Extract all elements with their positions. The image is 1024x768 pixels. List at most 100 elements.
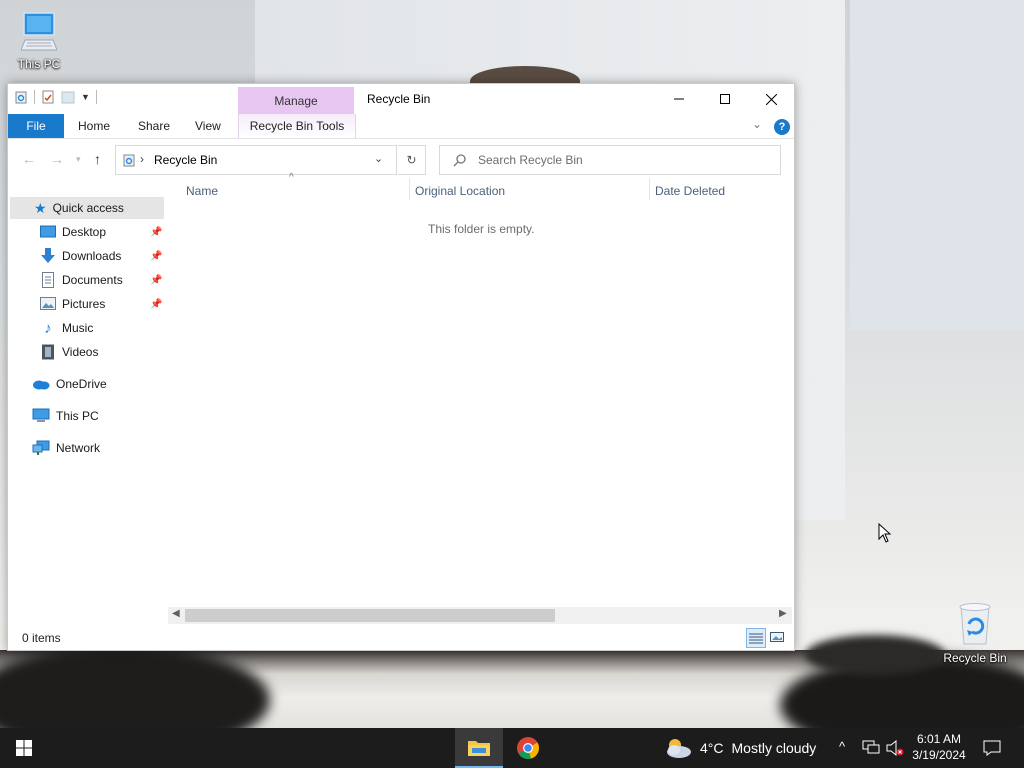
pictures-icon: [40, 297, 56, 310]
clock-time: 6:01 AM: [916, 732, 962, 746]
notifications-icon[interactable]: [983, 740, 1001, 756]
folder-icon: [468, 741, 490, 756]
breadcrumb-chevron-icon[interactable]: ›: [140, 152, 144, 166]
weather-condition: Mostly cloudy: [731, 740, 817, 756]
weather-widget[interactable]: 4°C Mostly cloudy: [664, 728, 816, 768]
navigation-pane: ★ Quick access Desktop 📌 Downloads 📌 Doc…: [8, 186, 166, 606]
maximize-icon: [720, 94, 730, 104]
nav-documents[interactable]: Documents 📌: [40, 269, 162, 291]
desktop-icon-recycle-bin[interactable]: Recycle Bin: [940, 602, 1010, 665]
file-list[interactable]: ^ Name Original Location Date Deleted Th…: [168, 172, 794, 606]
network-icon: [32, 440, 50, 455]
wallpaper-shadow: [805, 635, 945, 675]
nav-desktop[interactable]: Desktop 📌: [40, 221, 162, 243]
taskbar-file-explorer[interactable]: [455, 728, 503, 768]
start-button[interactable]: [0, 728, 48, 768]
taskbar: 4°C Mostly cloudy ^ 6:01 AM 3/19/2024: [0, 728, 1024, 768]
tab-share[interactable]: Share: [128, 114, 180, 138]
nav-downloads[interactable]: Downloads 📌: [40, 245, 162, 267]
address-bar[interactable]: › Recycle Bin ⌄: [115, 145, 397, 175]
network-status-icon[interactable]: [862, 740, 880, 756]
pin-icon: 📌: [150, 298, 163, 310]
nav-pictures[interactable]: Pictures 📌: [40, 293, 162, 315]
nav-onedrive[interactable]: OneDrive: [32, 373, 107, 395]
column-header-name[interactable]: Name: [186, 184, 218, 198]
scroll-right-icon[interactable]: ▶: [779, 608, 787, 619]
tab-recycle-bin-tools[interactable]: Recycle Bin Tools: [238, 114, 356, 138]
address-row: ← → ▾ ↑ › Recycle Bin ⌄ ↻: [8, 142, 794, 176]
close-button[interactable]: [748, 84, 794, 114]
column-header-date-deleted[interactable]: Date Deleted: [655, 184, 725, 198]
help-icon[interactable]: ?: [774, 119, 790, 135]
new-folder-icon[interactable]: [61, 90, 75, 104]
recycle-bin-small-icon[interactable]: [14, 90, 28, 104]
nav-label: Network: [56, 441, 101, 455]
forward-button[interactable]: →: [50, 151, 64, 167]
large-icons-view-icon: [770, 632, 784, 642]
tab-home[interactable]: Home: [68, 114, 120, 138]
ribbon-tabs: File Home Share View Recycle Bin Tools ⌄…: [8, 114, 794, 139]
status-bar: 0 items: [8, 625, 794, 649]
tab-view[interactable]: View: [185, 114, 231, 138]
horizontal-scrollbar[interactable]: ◀ ▶: [168, 607, 792, 624]
expand-ribbon-icon[interactable]: ⌄: [752, 117, 762, 131]
show-hidden-icons-icon[interactable]: ^: [839, 739, 845, 754]
scroll-thumb[interactable]: [185, 609, 555, 622]
nav-label: Videos: [62, 345, 99, 359]
search-input[interactable]: [476, 150, 770, 170]
chrome-icon: [517, 737, 539, 760]
back-button[interactable]: ←: [22, 151, 36, 167]
column-divider[interactable]: [409, 178, 410, 200]
customize-toolbar-icon[interactable]: ▼: [81, 92, 90, 102]
tab-file[interactable]: File: [8, 114, 64, 138]
toolbar-separator: [34, 90, 35, 104]
column-header-original-location[interactable]: Original Location: [415, 184, 505, 198]
recent-locations-button[interactable]: ▾: [76, 154, 81, 165]
file-explorer-window[interactable]: ▼ Manage Recycle Bin File Home Share Vie…: [7, 83, 795, 651]
recycle-bin-small-icon: [123, 154, 135, 167]
minimize-button[interactable]: [656, 84, 702, 114]
item-count: 0 items: [22, 631, 61, 645]
address-dropdown-icon[interactable]: ⌄: [374, 152, 383, 165]
desktop-icon-this-pc[interactable]: This PC: [4, 10, 74, 71]
system-clock[interactable]: 6:01 AM 3/19/2024: [906, 731, 972, 763]
search-icon: [453, 154, 466, 167]
desktop-icon-label: This PC: [17, 57, 61, 71]
pin-icon: 📌: [150, 226, 163, 238]
window-title: Recycle Bin: [367, 92, 431, 106]
maximize-button[interactable]: [702, 84, 748, 114]
nav-this-pc[interactable]: This PC: [32, 405, 99, 427]
details-view-icon: [749, 633, 763, 644]
refresh-button[interactable]: ↻: [398, 145, 426, 175]
cloudy-weather-icon: [667, 739, 691, 758]
details-view-button[interactable]: [746, 628, 766, 648]
properties-icon[interactable]: [41, 90, 55, 104]
mouse-cursor-icon: [878, 523, 892, 543]
search-box[interactable]: [439, 145, 781, 175]
volume-muted-icon[interactable]: [886, 740, 904, 756]
music-note-icon: ♪: [44, 319, 52, 337]
up-button[interactable]: ↑: [94, 151, 101, 167]
nav-label: This PC: [56, 409, 99, 423]
pin-icon: 📌: [150, 274, 163, 286]
nav-network[interactable]: Network: [32, 437, 100, 459]
toolbar-separator: [95, 90, 97, 104]
nav-quick-access[interactable]: ★ Quick access: [8, 197, 164, 219]
nav-label: Pictures: [62, 297, 106, 311]
manage-contextual-tab[interactable]: Manage: [238, 87, 354, 114]
breadcrumb-item[interactable]: Recycle Bin: [154, 153, 217, 167]
nav-label: OneDrive: [56, 377, 107, 391]
weather-temperature: 4°C: [700, 740, 724, 756]
nav-videos[interactable]: Videos: [40, 341, 98, 363]
taskbar-chrome[interactable]: [504, 728, 552, 768]
nav-music[interactable]: ♪ Music: [40, 317, 93, 339]
large-icons-view-button[interactable]: [768, 628, 786, 646]
scroll-left-icon[interactable]: ◀: [172, 608, 180, 619]
title-bar[interactable]: ▼ Manage Recycle Bin: [8, 84, 794, 114]
document-icon: [42, 272, 54, 288]
column-divider[interactable]: [649, 178, 650, 200]
sort-ascending-icon: ^: [289, 172, 294, 183]
windows-logo-icon: [16, 740, 32, 756]
star-icon: ★: [34, 199, 47, 216]
film-icon: [42, 344, 54, 360]
